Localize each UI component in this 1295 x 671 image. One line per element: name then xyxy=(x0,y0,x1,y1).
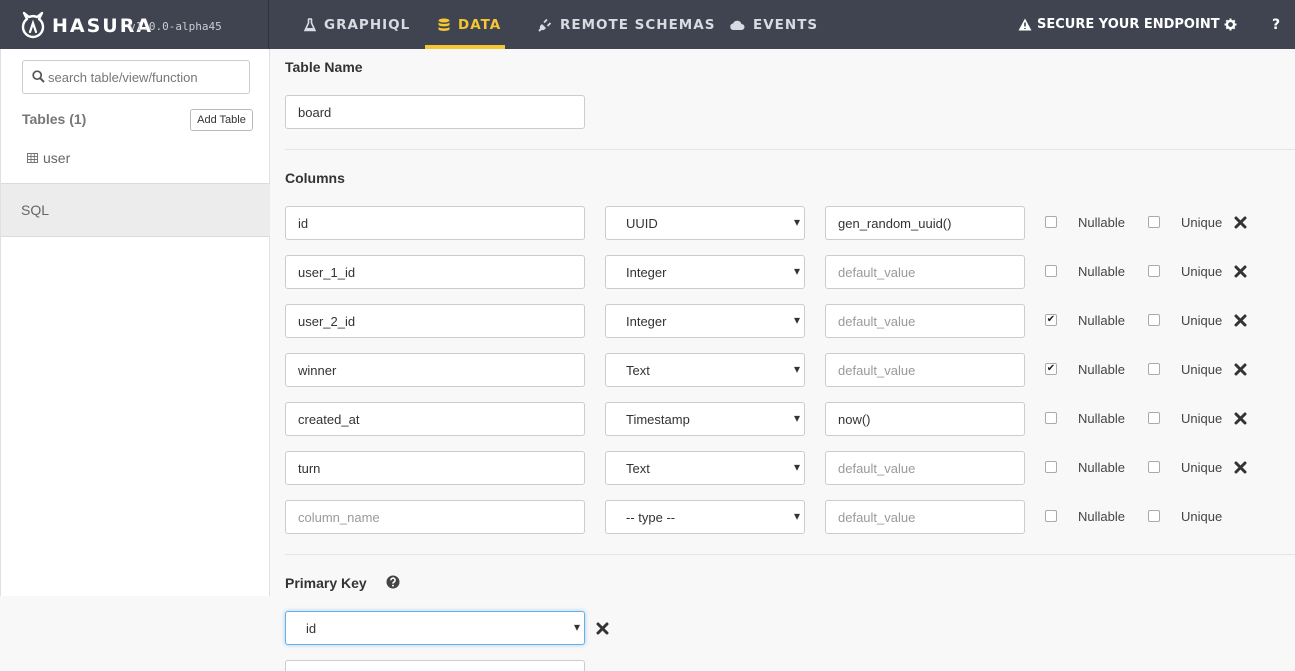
nullable-label: Nullable xyxy=(1078,264,1125,279)
nullable-checkbox[interactable] xyxy=(1045,363,1057,375)
divider xyxy=(285,554,1295,555)
nav-tab-remote-schemas[interactable]: REMOTE SCHEMAS xyxy=(538,0,715,49)
table-name: user xyxy=(43,150,71,166)
nav-tab-label: REMOTE SCHEMAS xyxy=(560,16,716,33)
column-type-select[interactable]: Integer xyxy=(605,255,805,289)
brand-version: v1.0.0-alpha45 xyxy=(129,20,222,33)
help-circle-icon[interactable] xyxy=(386,575,400,589)
nullable-checkbox[interactable] xyxy=(1045,510,1057,522)
columns-label: Columns xyxy=(285,170,345,186)
primary-key-select-next[interactable] xyxy=(285,660,585,671)
secure-endpoint-link[interactable]: SECURE YOUR ENDPOINT xyxy=(1018,0,1220,49)
column-name-input[interactable]: created_at xyxy=(285,402,585,436)
gear-icon xyxy=(1224,18,1237,31)
help-button[interactable]: ? xyxy=(1272,0,1280,49)
remove-column-icon[interactable] xyxy=(1234,461,1247,474)
unique-checkbox[interactable] xyxy=(1148,265,1160,277)
table-name-label: Table Name xyxy=(285,59,363,75)
tables-heading: Tables (1) xyxy=(22,111,87,127)
unique-checkbox[interactable] xyxy=(1148,363,1160,375)
settings-button[interactable] xyxy=(1224,0,1237,49)
nullable-label: Nullable xyxy=(1078,313,1125,328)
nav-tab-graphiql[interactable]: GRAPHIQL xyxy=(304,0,410,49)
unique-checkbox[interactable] xyxy=(1148,216,1160,228)
primary-key-label: Primary Key xyxy=(285,575,367,591)
top-navbar: HASURA v1.0.0-alpha45 GRAPHIQL DATA REMO… xyxy=(0,0,1295,49)
column-name-input[interactable]: user_2_id xyxy=(285,304,585,338)
unique-label: Unique xyxy=(1181,509,1223,524)
search-box[interactable] xyxy=(22,60,250,94)
search-input[interactable] xyxy=(48,63,246,91)
unique-checkbox[interactable] xyxy=(1148,510,1160,522)
column-type-select[interactable]: UUID xyxy=(605,206,805,240)
remove-column-icon[interactable] xyxy=(1234,314,1247,327)
nullable-label: Nullable xyxy=(1078,411,1125,426)
remove-column-icon[interactable] xyxy=(1234,363,1247,376)
nullable-checkbox[interactable] xyxy=(1045,216,1057,228)
column-default-input[interactable]: default_value xyxy=(825,353,1025,387)
nullable-label: Nullable xyxy=(1078,362,1125,377)
unique-label: Unique xyxy=(1181,215,1223,230)
column-default-input[interactable]: default_value xyxy=(825,451,1025,485)
nav-tab-events[interactable]: EVENTS xyxy=(729,0,818,49)
nullable-checkbox[interactable] xyxy=(1045,461,1057,473)
remove-column-icon[interactable] xyxy=(1234,412,1247,425)
column-name-input[interactable]: id xyxy=(285,206,585,240)
unique-checkbox[interactable] xyxy=(1148,461,1160,473)
nullable-label: Nullable xyxy=(1078,509,1125,524)
remove-primary-key-icon[interactable] xyxy=(596,622,609,635)
nav-tab-label: EVENTS xyxy=(753,16,819,33)
divider xyxy=(285,149,1295,150)
search-icon xyxy=(32,70,45,88)
unique-label: Unique xyxy=(1181,411,1223,426)
table-icon xyxy=(27,153,38,163)
cloud-icon xyxy=(729,19,745,31)
unique-label: Unique xyxy=(1181,362,1223,377)
nullable-checkbox[interactable] xyxy=(1045,314,1057,326)
primary-key-select[interactable]: id xyxy=(285,611,585,645)
nav-tab-label: GRAPHIQL xyxy=(324,16,411,33)
column-type-select[interactable]: -- type -- xyxy=(605,500,805,534)
column-name-input[interactable]: winner xyxy=(285,353,585,387)
brand[interactable]: HASURA v1.0.0-alpha45 xyxy=(0,0,269,49)
nav-tab-data[interactable]: DATA xyxy=(425,0,505,49)
remove-column-icon[interactable] xyxy=(1234,216,1247,229)
new-column-name-input[interactable]: column_name xyxy=(285,500,585,534)
column-type-select[interactable]: Text xyxy=(605,451,805,485)
unique-checkbox[interactable] xyxy=(1148,412,1160,424)
plug-icon xyxy=(538,18,552,32)
column-type-select[interactable]: Integer xyxy=(605,304,805,338)
unique-label: Unique xyxy=(1181,264,1223,279)
column-default-input[interactable]: default_value xyxy=(825,500,1025,534)
column-name-input[interactable]: turn xyxy=(285,451,585,485)
column-type-select[interactable]: Text xyxy=(605,353,805,387)
unique-checkbox[interactable] xyxy=(1148,314,1160,326)
column-type-select[interactable]: Timestamp xyxy=(605,402,805,436)
nullable-checkbox[interactable] xyxy=(1045,412,1057,424)
table-name-input[interactable]: board xyxy=(285,95,585,129)
nullable-checkbox[interactable] xyxy=(1045,265,1057,277)
column-default-input[interactable]: now() xyxy=(825,402,1025,436)
nav-tab-label: DATA xyxy=(458,16,502,33)
database-icon xyxy=(438,18,450,32)
sidebar-item-user[interactable]: user xyxy=(27,150,70,166)
column-default-input[interactable]: default_value xyxy=(825,304,1025,338)
column-name-input[interactable]: user_1_id xyxy=(285,255,585,289)
unique-label: Unique xyxy=(1181,460,1223,475)
unique-label: Unique xyxy=(1181,313,1223,328)
nullable-label: Nullable xyxy=(1078,460,1125,475)
flask-icon xyxy=(304,17,316,32)
add-table-button[interactable]: Add Table xyxy=(190,109,253,131)
sidebar-item-sql[interactable]: SQL xyxy=(1,183,270,237)
sidebar: Tables (1) Add Table user SQL xyxy=(0,49,270,596)
column-default-input[interactable]: gen_random_uuid() xyxy=(825,206,1025,240)
column-default-input[interactable]: default_value xyxy=(825,255,1025,289)
nullable-label: Nullable xyxy=(1078,215,1125,230)
hasura-logo-icon xyxy=(20,11,46,39)
remove-column-icon[interactable] xyxy=(1234,265,1247,278)
secure-endpoint-label: SECURE YOUR ENDPOINT xyxy=(1037,17,1220,32)
warning-icon xyxy=(1018,18,1032,31)
